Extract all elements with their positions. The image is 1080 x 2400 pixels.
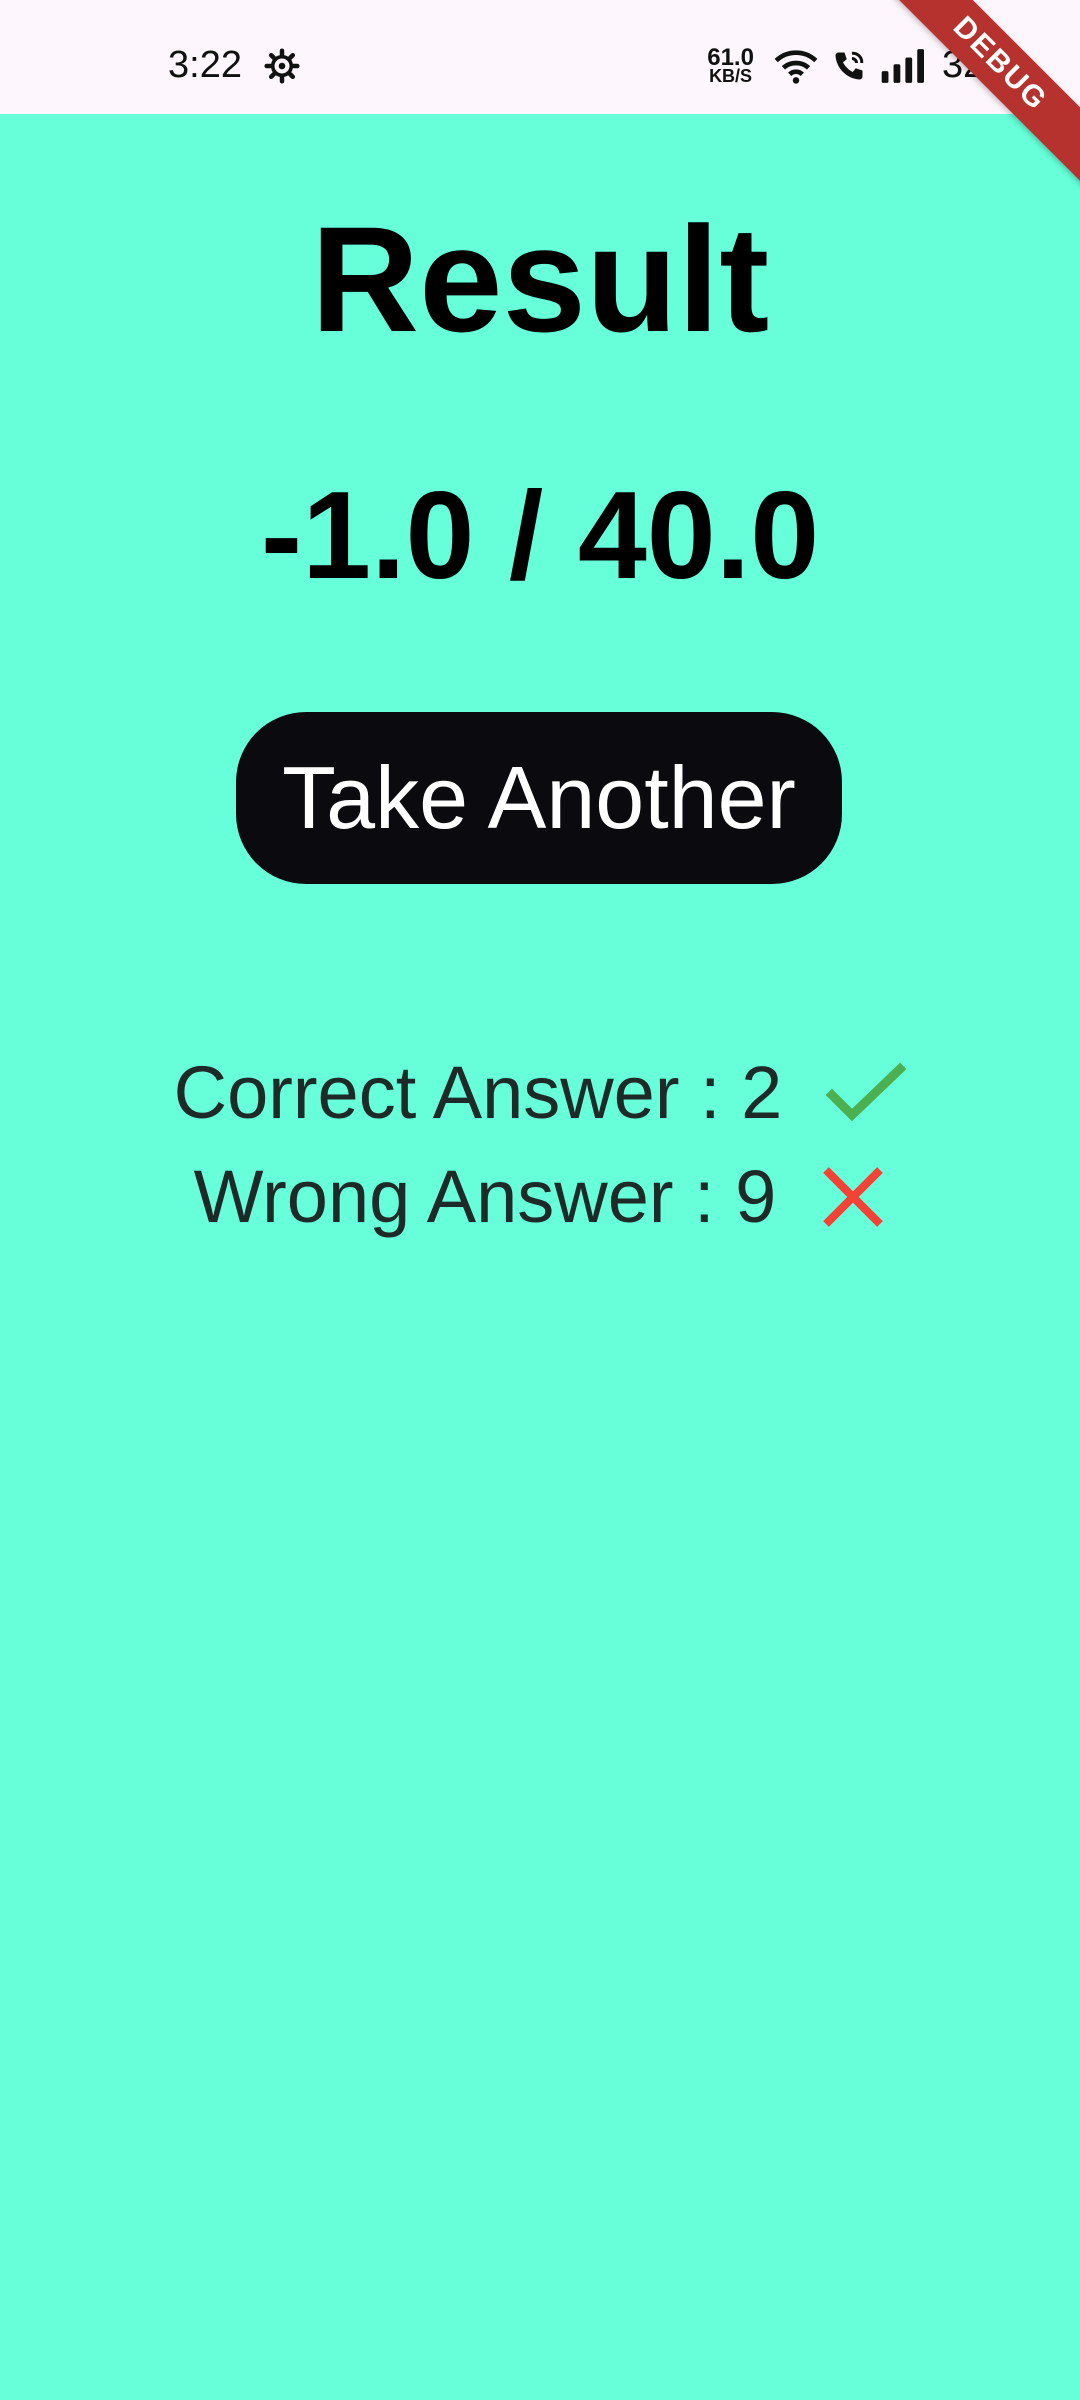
score-text: -1.0 / 40.0	[260, 467, 820, 605]
checkmark-icon	[826, 1061, 907, 1125]
wrong-answer-row: Wrong Answer : 9	[0, 1154, 1080, 1239]
status-bar: 3:22 61.0 KB/S DEBUG	[0, 0, 1080, 196]
network-speed-unit: KB/S	[709, 66, 753, 87]
network-speed-value: 61.0	[707, 43, 754, 71]
signal-icon	[880, 48, 924, 83]
wrong-answer-label: Wrong Answer : 9	[193, 1155, 777, 1238]
cross-icon	[820, 1164, 886, 1230]
page-title: Result	[310, 195, 770, 363]
wifi-icon	[774, 48, 818, 84]
correct-answer-label: Correct Answer : 2	[173, 1051, 783, 1134]
settings-gear-icon	[264, 47, 300, 84]
take-another-button[interactable]: Take Another	[236, 712, 842, 884]
result-screen: Result -1.0 / 40.0 Take Another Correct …	[0, 114, 1080, 2400]
correct-answer-row: Correct Answer : 2	[0, 1050, 1080, 1135]
status-left: 3:22	[168, 44, 300, 87]
network-speed: 61.0 KB/S	[707, 43, 754, 87]
status-time: 3:22	[168, 44, 242, 86]
wifi-calling-icon	[830, 48, 868, 84]
